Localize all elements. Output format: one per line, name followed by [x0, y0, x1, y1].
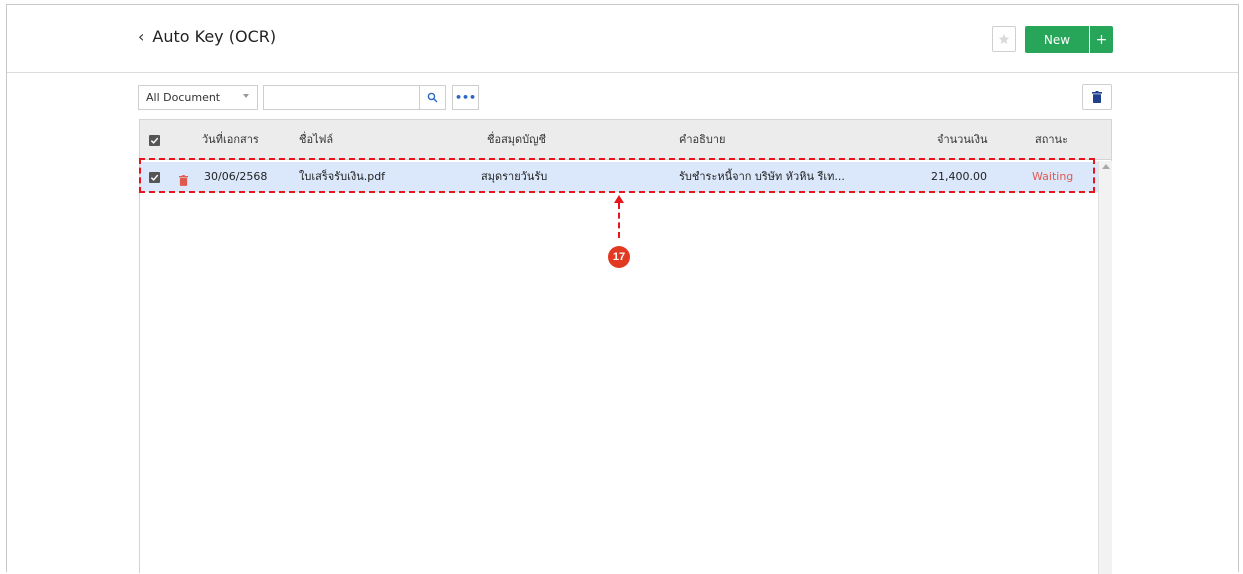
table-header: วันที่เอกสาร ชื่อไฟล์ ชื่อสมุดบัญชี คำอธ…: [140, 120, 1111, 160]
caret-down-icon: [243, 94, 249, 98]
check-icon: [150, 137, 159, 144]
search-icon: [427, 92, 438, 103]
check-icon: [150, 174, 159, 181]
row-doc-date: 30/06/2568: [204, 170, 268, 183]
row-book-name: สมุดรายวันรับ: [481, 170, 548, 183]
row-checkbox[interactable]: [149, 172, 160, 183]
search-button[interactable]: [419, 85, 446, 110]
select-all-checkbox[interactable]: [149, 135, 160, 146]
column-header-file-name[interactable]: ชื่อไฟล์: [299, 133, 333, 147]
column-header-book-name[interactable]: ชื่อสมุดบัญชี: [487, 133, 546, 147]
step-number-badge: 17: [608, 246, 630, 268]
column-header-description[interactable]: คำอธิบาย: [679, 133, 725, 147]
row-amount: 21,400.00: [931, 170, 987, 183]
favorite-button[interactable]: [992, 26, 1016, 52]
document-filter-value: All Document: [146, 91, 221, 104]
page-title: Auto Key (OCR): [152, 27, 277, 46]
star-icon: [998, 34, 1010, 44]
page-header: ‹ Auto Key (OCR) New +: [7, 5, 1238, 73]
column-header-status[interactable]: สถานะ: [1035, 133, 1068, 147]
row-file-name: ใบเสร็จรับเงิน.pdf: [299, 170, 386, 183]
table-row[interactable]: 30/06/2568 ใบเสร็จรับเงิน.pdf สมุดรายวัน…: [140, 162, 1098, 192]
more-options-button[interactable]: •••: [452, 85, 479, 110]
row-description: รับชำระหนี้จาก บริษัท หัวหิน รีเท...: [679, 170, 845, 183]
trash-icon: [1092, 91, 1102, 103]
document-filter-select[interactable]: All Document: [138, 85, 258, 110]
row-delete-button[interactable]: [179, 171, 188, 190]
annotation-arrow-line: [618, 203, 620, 238]
column-header-doc-date[interactable]: วันที่เอกสาร: [202, 133, 259, 147]
chevron-left-icon: ‹: [138, 27, 145, 46]
table-scrollbar[interactable]: [1098, 161, 1112, 574]
row-status: Waiting: [1032, 170, 1074, 183]
column-header-amount[interactable]: จำนวนเงิน: [937, 133, 988, 147]
new-button[interactable]: New: [1025, 26, 1089, 53]
app-frame: ‹ Auto Key (OCR) New + All Document •••: [6, 4, 1239, 574]
search-input[interactable]: [263, 85, 420, 110]
trash-icon: [179, 175, 188, 186]
document-table: วันที่เอกสาร ชื่อไฟล์ ชื่อสมุดบัญชี คำอธ…: [139, 119, 1112, 574]
arrow-up-icon: [614, 195, 624, 203]
scroll-up-arrow[interactable]: [1102, 164, 1110, 169]
back-button[interactable]: ‹ Auto Key (OCR): [138, 27, 276, 47]
new-dropdown-button[interactable]: +: [1090, 26, 1113, 53]
delete-selected-button[interactable]: [1082, 84, 1112, 110]
